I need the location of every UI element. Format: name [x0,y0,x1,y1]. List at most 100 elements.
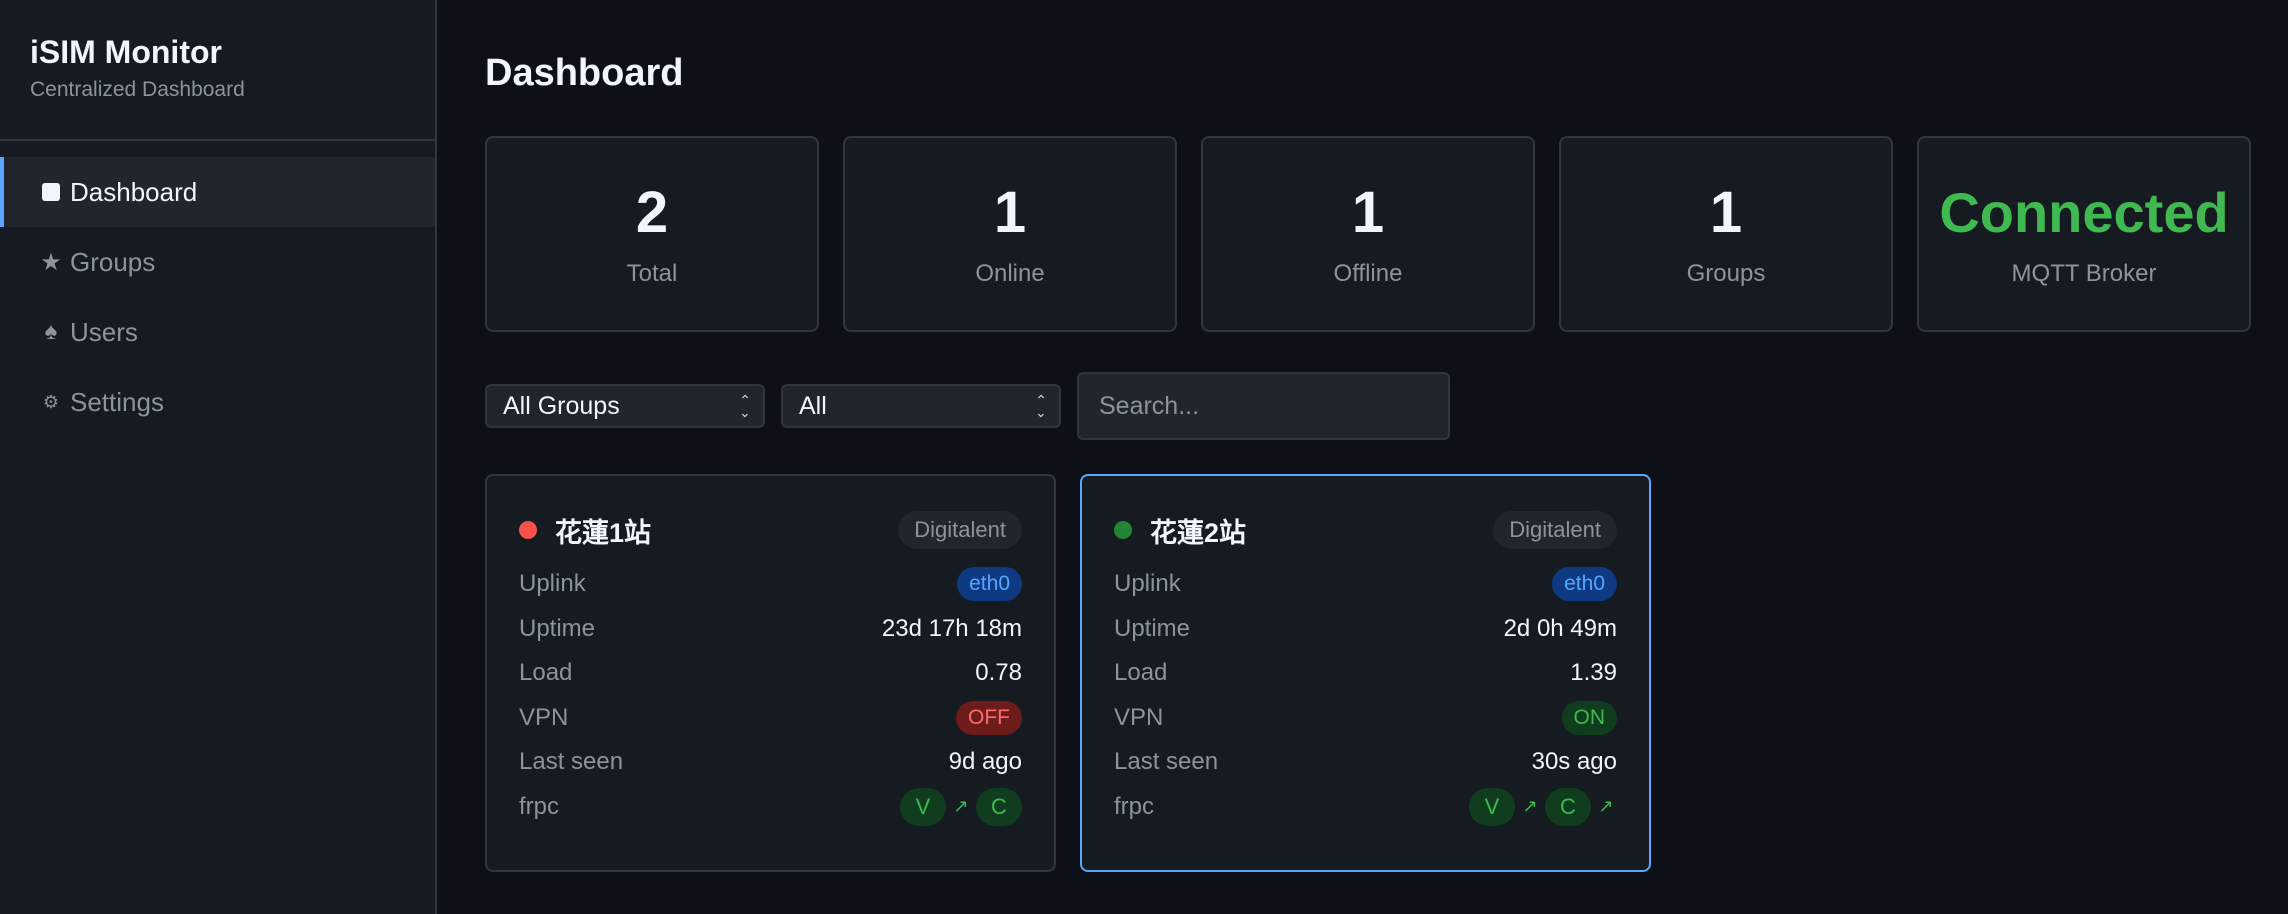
row-load: Load 1.39 [1114,651,1617,696]
device-cards: 花蓮1站 Digitalent Uplink eth0 Uptime 23d 1… [485,474,2288,872]
load-value: 1.39 [1570,659,1617,687]
stat-label: Total [626,260,678,287]
row-label: Load [519,659,573,687]
updown-chevron-icon: ⌃ ⌃ [739,392,751,420]
stat-label: Online [975,260,1045,287]
row-label: VPN [519,703,569,731]
row-label: Uplink [519,570,586,598]
uptime-value: 2d 0h 49m [1503,614,1617,642]
gear-icon: ⚙ [42,391,60,412]
row-label: Load [1114,659,1168,687]
spade-icon: ♠ [44,318,58,345]
stat-value: 2 [635,180,669,245]
stat-label: MQTT Broker [2011,260,2157,287]
device-name: 花蓮2站 [1114,511,1246,550]
search-input[interactable] [1077,372,1450,440]
device-name-text: 花蓮1站 [555,517,652,548]
stat-value: 1 [1351,180,1385,245]
uptime-value: 23d 17h 18m [881,614,1022,642]
row-frpc: frpc V ↗ C [519,785,1022,830]
updown-chevron-icon: ⌃ ⌃ [1035,392,1047,420]
frpc-c-badge: C [1545,787,1591,826]
row-vpn: VPN OFF [519,696,1022,741]
last-seen-value: 9d ago [948,748,1022,776]
stat-label: Groups [1686,260,1766,287]
last-seen-value: 30s ago [1531,748,1617,776]
stat-offline: 1 Offline [1201,136,1535,332]
stat-label: Offline [1333,260,1403,287]
load-value: 0.78 [975,659,1022,687]
row-label: VPN [1114,703,1164,731]
group-select[interactable]: All Groups ⌃ ⌃ [485,384,765,428]
frpc-v-badge: V [900,787,946,826]
row-label: Uplink [1114,570,1181,598]
row-last-seen: Last seen 9d ago [519,740,1022,785]
page-title: Dashboard [485,52,684,94]
row-uplink: Uplink eth0 [1114,562,1617,607]
row-label: Last seen [1114,748,1219,776]
row-label: Uptime [519,614,596,642]
status-select-value: All [799,391,827,420]
row-load: Load 0.78 [519,651,1022,696]
device-name: 花蓮1站 [519,511,651,550]
device-name-text: 花蓮2站 [1150,517,1247,548]
stats-row: 2 Total 1 Online 1 Offline 1 Groups Conn… [485,136,2288,332]
external-link-icon[interactable]: ↗ [1595,796,1617,817]
stat-groups: 1 Groups [1559,136,1893,332]
sidebar-item-label: Users [70,316,138,347]
row-vpn: VPN ON [1114,696,1617,741]
frpc-badges: V ↗ C [900,787,1022,826]
sidebar-item-groups[interactable]: ★ Groups [0,227,435,297]
status-dot-icon [1114,521,1132,539]
vpn-status-badge: OFF [956,700,1022,735]
row-label: Uptime [1114,614,1191,642]
uplink-badge: eth0 [957,567,1022,602]
stat-value: Connected [1939,181,2229,244]
row-last-seen: Last seen 30s ago [1114,740,1617,785]
filter-bar: All Groups ⌃ ⌃ All ⌃ ⌃ [485,372,2288,440]
frpc-badges: V ↗ C ↗ [1469,787,1617,826]
main-content: Dashboard 2 Total 1 Online 1 Offline 1 G… [437,0,2288,914]
external-link-icon[interactable]: ↗ [1519,796,1541,817]
external-link-icon[interactable]: ↗ [950,796,972,817]
row-uplink: Uplink eth0 [519,562,1022,607]
row-label: frpc [519,792,560,820]
sidebar-nav: Dashboard ★ Groups ♠ Users ⚙ Settings [0,141,435,437]
stat-value: 1 [1709,180,1743,245]
frpc-c-badge: C [976,787,1022,826]
app-title: iSIM Monitor [30,34,222,70]
stat-mqtt-broker: Connected MQTT Broker [1917,136,2251,332]
device-card[interactable]: 花蓮1站 Digitalent Uplink eth0 Uptime 23d 1… [485,474,1056,872]
app-subtitle: Centralized Dashboard [30,78,245,101]
group-badge: Digitalent [1493,511,1617,549]
stat-total: 2 Total [485,136,819,332]
group-badge: Digitalent [898,511,1022,549]
sidebar-item-settings[interactable]: ⚙ Settings [0,367,435,437]
app-root: iSIM Monitor Centralized Dashboard Dashb… [0,0,2288,914]
row-uptime: Uptime 2d 0h 49m [1114,607,1617,652]
card-header: 花蓮2站 Digitalent [1114,510,1617,550]
frpc-v-badge: V [1469,787,1515,826]
star-icon: ★ [40,248,62,276]
row-label: Last seen [519,748,624,776]
status-select[interactable]: All ⌃ ⌃ [781,384,1061,428]
sidebar-item-dashboard[interactable]: Dashboard [0,157,435,227]
sidebar-item-label: Groups [70,246,156,277]
row-uptime: Uptime 23d 17h 18m [519,607,1022,652]
uplink-badge: eth0 [1552,567,1617,602]
row-label: frpc [1114,792,1155,820]
stat-value: 1 [993,180,1027,245]
sidebar-item-label: Settings [70,386,164,417]
vpn-status-badge: ON [1561,700,1617,735]
stat-online: 1 Online [843,136,1177,332]
sidebar-item-users[interactable]: ♠ Users [0,297,435,367]
square-icon [40,183,62,201]
status-dot-icon [519,521,537,539]
brand: iSIM Monitor Centralized Dashboard [0,0,435,141]
group-select-value: All Groups [503,391,620,420]
sidebar: iSIM Monitor Centralized Dashboard Dashb… [0,0,437,914]
sidebar-item-label: Dashboard [70,176,198,207]
card-header: 花蓮1站 Digitalent [519,510,1022,550]
device-card[interactable]: 花蓮2站 Digitalent Uplink eth0 Uptime 2d 0h… [1080,474,1651,872]
row-frpc: frpc V ↗ C ↗ [1114,785,1617,830]
